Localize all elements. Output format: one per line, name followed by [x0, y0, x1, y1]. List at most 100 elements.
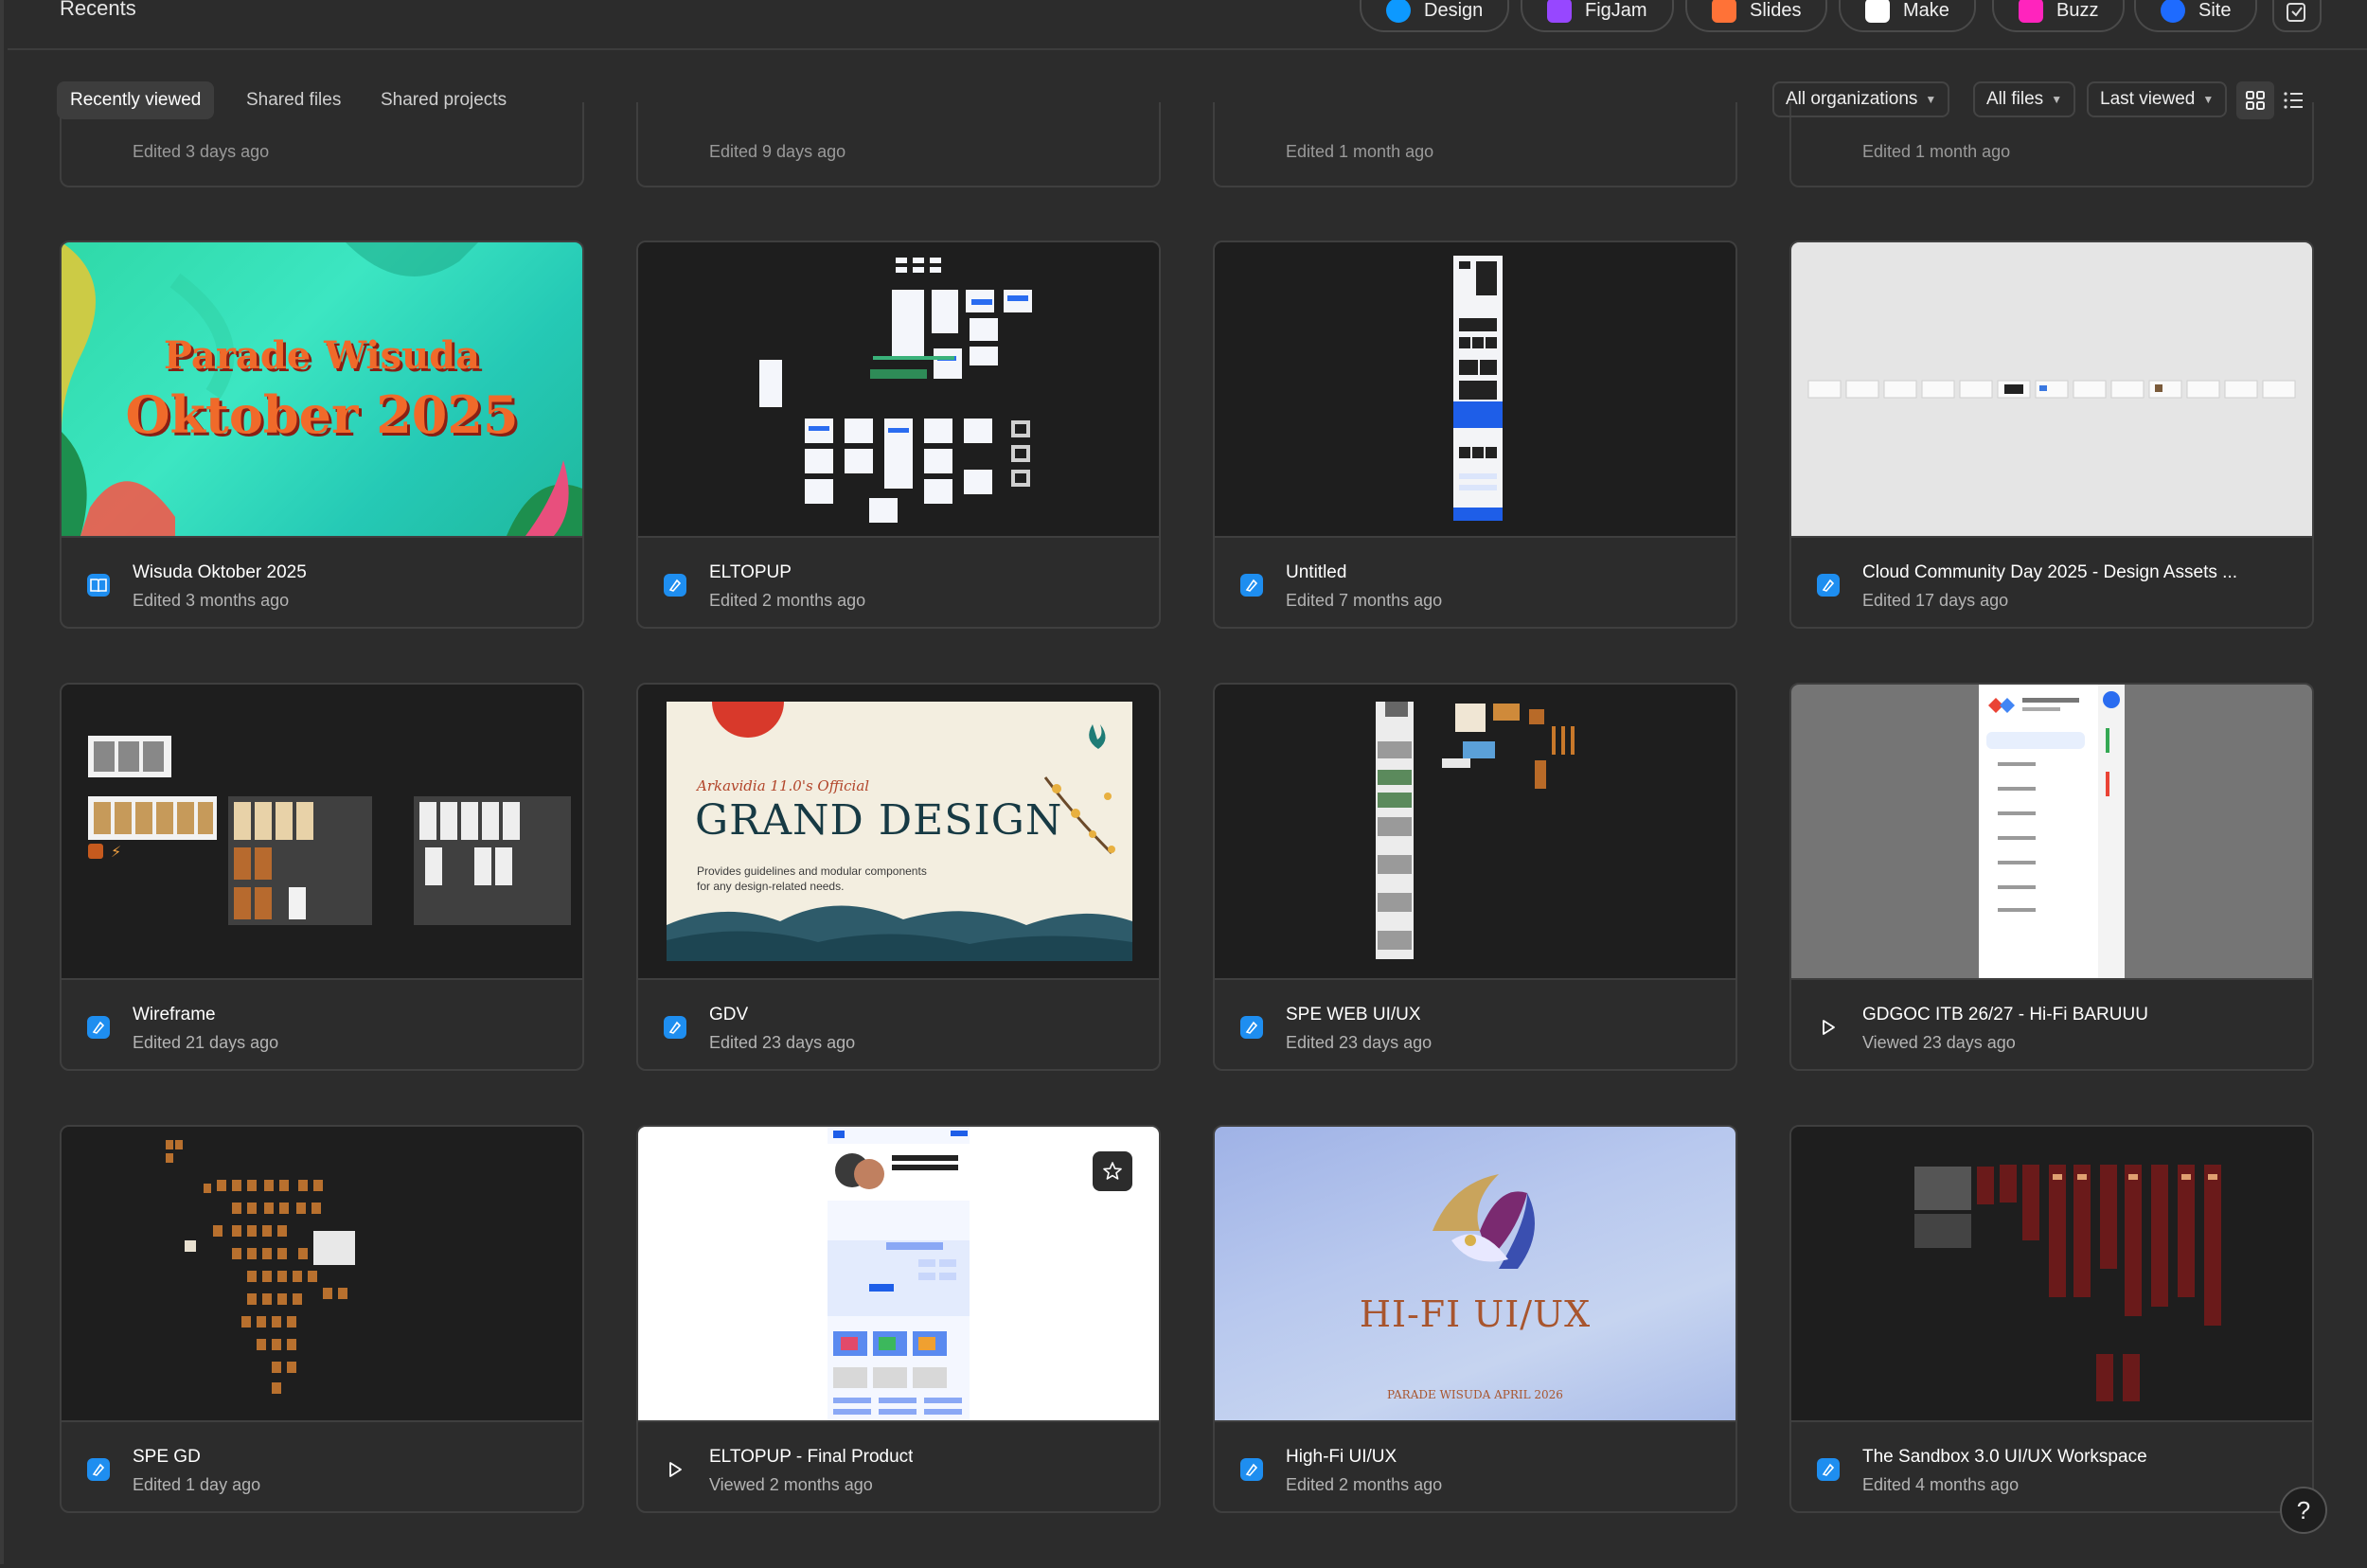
- file-name: ELTOPUP - Final Product: [709, 1447, 914, 1467]
- slides-icon: [1712, 0, 1736, 23]
- new-figjam-button[interactable]: FigJam: [1521, 0, 1674, 32]
- gdv-title: GRAND DESIGN: [695, 796, 1063, 845]
- grid-view-button[interactable]: [2236, 81, 2274, 119]
- new-make-label: Make: [1903, 0, 1949, 21]
- list-icon: [2284, 92, 2303, 109]
- file-name: GDV: [709, 1005, 749, 1025]
- thumb-title-line1: Parade Wisuda: [163, 333, 481, 378]
- file-meta: Cloud Community Day 2025 - Design Assets…: [1791, 538, 2312, 627]
- sort-filter[interactable]: Last viewed ▼: [2087, 81, 2228, 117]
- file-card[interactable]: SPE GD Edited 1 day ago: [60, 1125, 584, 1513]
- buzz-icon: [2019, 0, 2043, 23]
- chevron-down-icon: ▼: [1925, 93, 1937, 106]
- gdv-desc-1: Provides guidelines and modular componen…: [697, 864, 927, 878]
- organizations-filter[interactable]: All organizations ▼: [1772, 81, 1950, 117]
- file-meta: SPE GD Edited 1 day ago: [62, 1422, 582, 1511]
- file-thumbnail: [1791, 1127, 2312, 1422]
- file-meta: Wireframe Edited 21 days ago: [62, 980, 582, 1069]
- file-edited-label: Viewed 23 days ago: [1862, 1033, 2016, 1052]
- file-card[interactable]: Parade Wisuda Oktober 2025 Wisuda Oktobe…: [60, 241, 584, 629]
- file-meta: The Sandbox 3.0 UI/UX Workspace Edited 4…: [1791, 1422, 2312, 1511]
- file-card[interactable]: SPE WEB UI/UX Edited 23 days ago: [1213, 683, 1737, 1071]
- file-card[interactable]: Cloud Community Day 2025 - Design Assets…: [1789, 241, 2314, 629]
- figjam-icon: [1547, 0, 1572, 23]
- file-edited-label: Edited 2 months ago: [1286, 1475, 1443, 1494]
- new-site-label: Site: [2198, 0, 2232, 21]
- tab-recently-viewed[interactable]: Recently viewed: [57, 81, 215, 119]
- file-meta: GDV Edited 23 days ago: [638, 980, 1159, 1069]
- new-make-button[interactable]: Make: [1839, 0, 1976, 32]
- file-edited-label: Edited 1 day ago: [133, 1475, 261, 1494]
- file-edited-label: Edited 4 months ago: [1862, 1475, 2020, 1494]
- file-card[interactable]: The Sandbox 3.0 UI/UX Workspace Edited 4…: [1789, 1125, 2314, 1513]
- files-filter-label: All files: [1986, 89, 2044, 109]
- file-thumbnail: Parade Wisuda Oktober 2025: [62, 242, 582, 538]
- canvas-frames: ⚡: [88, 736, 571, 925]
- import-button[interactable]: [2272, 0, 2322, 32]
- file-card[interactable]: ELTOPUP Edited 2 months ago: [636, 241, 1161, 629]
- design-file-icon: [1240, 1458, 1263, 1481]
- file-meta: GDGOC ITB 26/27 - Hi-Fi BARUUU Viewed 23…: [1791, 980, 2312, 1069]
- edit-check-icon: [2287, 3, 2305, 22]
- prototype-preview: [828, 1127, 970, 1420]
- file-card[interactable]: Untitled Edited 7 months ago: [1213, 241, 1737, 629]
- new-buzz-button[interactable]: Buzz: [1992, 0, 2126, 32]
- chevron-down-icon: ▼: [2202, 93, 2215, 106]
- file-edited-label: Edited 21 days ago: [133, 1033, 279, 1052]
- make-icon: [1865, 0, 1890, 23]
- file-name: Cloud Community Day 2025 - Design Assets…: [1862, 562, 2238, 582]
- canvas-frames: [1453, 256, 1503, 521]
- file-card[interactable]: Arkavidia 11.0's Official GRAND DESIGN P…: [636, 683, 1161, 1071]
- gdv-eyebrow: Arkavidia 11.0's Official: [697, 777, 870, 794]
- new-design-label: Design: [1424, 0, 1484, 21]
- new-buzz-label: Buzz: [2056, 0, 2099, 21]
- file-name: Wisuda Oktober 2025: [133, 562, 307, 582]
- file-thumbnail: [638, 242, 1159, 538]
- design-file-icon: [87, 1016, 110, 1039]
- hifi-artwork: [1433, 1174, 1535, 1269]
- star-icon: [1103, 1162, 1122, 1180]
- design-file-icon: [87, 1458, 110, 1481]
- file-edited-label: Edited 2 months ago: [709, 591, 866, 610]
- play-icon: [1817, 1016, 1840, 1039]
- file-name: SPE GD: [133, 1447, 201, 1467]
- list-view-button[interactable]: [2274, 81, 2312, 119]
- tab-shared-files[interactable]: Shared files: [233, 81, 354, 119]
- canvas-frames: [166, 1140, 355, 1394]
- file-card[interactable]: ELTOPUP - Final Product Viewed 2 months …: [636, 1125, 1161, 1513]
- new-slides-button[interactable]: Slides: [1685, 0, 1828, 32]
- file-card[interactable]: HI-FI UI/UX PARADE WISUDA APRIL 2026 Hig…: [1213, 1125, 1737, 1513]
- canvas-frames: [1376, 702, 1575, 959]
- tab-shared-projects[interactable]: Shared projects: [367, 81, 520, 119]
- gdv-desc-2: for any design-related needs.: [697, 880, 845, 893]
- play-icon: [664, 1458, 686, 1481]
- file-edited-label: Edited 7 months ago: [1286, 591, 1443, 610]
- sort-filter-label: Last viewed: [2100, 89, 2196, 109]
- file-card[interactable]: ⚡ Wireframe Edited 21 days ago: [60, 683, 584, 1071]
- app-window: Recents Design FigJam Slides Make Buzz S…: [0, 0, 2367, 1564]
- file-thumbnail: [1791, 685, 2312, 980]
- help-button[interactable]: ?: [2280, 1487, 2327, 1534]
- favorite-button[interactable]: [1093, 1151, 1132, 1191]
- organizations-filter-label: All organizations: [1786, 89, 1918, 109]
- file-thumbnail: HI-FI UI/UX PARADE WISUDA APRIL 2026: [1215, 1127, 1735, 1422]
- file-thumbnail: [62, 1127, 582, 1422]
- design-file-icon: [664, 1016, 686, 1039]
- file-thumbnail: [638, 1127, 1159, 1422]
- new-site-button[interactable]: Site: [2134, 0, 2258, 32]
- page-title: Recents: [60, 0, 136, 20]
- file-meta: Wisuda Oktober 2025 Edited 3 months ago: [62, 538, 582, 627]
- new-design-button[interactable]: Design: [1360, 0, 1510, 32]
- file-name: High-Fi UI/UX: [1286, 1447, 1397, 1467]
- design-file-icon: [1240, 1016, 1263, 1039]
- files-filter[interactable]: All files ▼: [1973, 81, 2076, 117]
- file-name: Untitled: [1286, 562, 1347, 582]
- file-edited-label: Edited 3 months ago: [133, 591, 290, 610]
- file-meta: SPE WEB UI/UX Edited 23 days ago: [1215, 980, 1735, 1069]
- prototype-preview: [1979, 685, 2125, 978]
- design-file-icon: [1817, 574, 1840, 597]
- file-thumbnail: ⚡: [62, 685, 582, 980]
- file-edited-label: Edited 23 days ago: [709, 1033, 856, 1052]
- file-card[interactable]: GDGOC ITB 26/27 - Hi-Fi BARUUU Viewed 23…: [1789, 683, 2314, 1071]
- design-file-icon: [1817, 1458, 1840, 1481]
